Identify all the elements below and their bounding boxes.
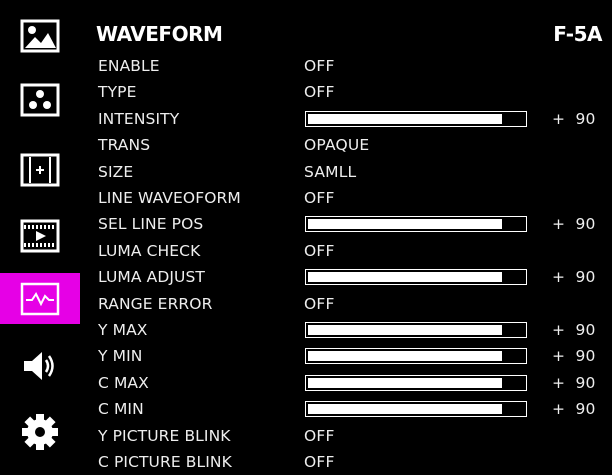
film-play-icon bbox=[20, 219, 60, 252]
level-slider[interactable] bbox=[305, 322, 527, 338]
sidebar bbox=[0, 0, 80, 475]
menu-label: ENABLE bbox=[98, 57, 160, 75]
menu-row-trans[interactable]: TRANS OPAQUE bbox=[80, 133, 612, 157]
level-value: + 90 bbox=[552, 373, 596, 392]
menu-row-intensity[interactable]: INTENSITY + 90 bbox=[80, 107, 612, 131]
menu-value[interactable]: OFF bbox=[304, 80, 335, 104]
menu-label: RANGE ERROR bbox=[98, 294, 213, 313]
sidebar-item-color[interactable] bbox=[0, 74, 80, 125]
menu-label: C MIN bbox=[98, 400, 144, 419]
level-slider-fill bbox=[308, 219, 503, 230]
level-slider[interactable] bbox=[305, 401, 527, 418]
menu-row-line-waveoform[interactable]: LINE WAVEOFORM OFF bbox=[80, 186, 612, 210]
level-slider[interactable] bbox=[305, 216, 527, 233]
level-slider-fill bbox=[308, 377, 503, 388]
menu-label: SIZE bbox=[98, 162, 134, 181]
level-slider[interactable] bbox=[305, 110, 527, 127]
level-value: + 90 bbox=[552, 215, 596, 234]
page-title: WAVEFORM bbox=[96, 22, 223, 46]
sidebar-item-marker[interactable] bbox=[0, 144, 80, 195]
menu-value[interactable]: OFF bbox=[304, 239, 335, 263]
level-slider-fill bbox=[308, 113, 503, 124]
menu-row-range-error[interactable]: RANGE ERROR OFF bbox=[80, 292, 612, 316]
level-slider-fill bbox=[308, 272, 503, 283]
menu-label: Y MIN bbox=[98, 347, 143, 366]
menu-value[interactable]: OFF bbox=[304, 292, 335, 316]
level-slider[interactable] bbox=[305, 348, 527, 365]
sidebar-item-video[interactable] bbox=[0, 210, 80, 261]
menu-row-y-min[interactable]: Y MIN + 90 bbox=[80, 344, 612, 368]
menu-row-c-picture-blink[interactable]: C PICTURE BLINK OFF bbox=[80, 450, 612, 474]
menu-row-type[interactable]: TYPE OFF bbox=[80, 80, 612, 104]
waveform-icon bbox=[20, 282, 60, 315]
level-slider-fill bbox=[308, 351, 503, 362]
image-icon bbox=[20, 19, 60, 52]
menu-row-sel-line-pos[interactable]: SEL LINE POS + 90 bbox=[80, 212, 612, 236]
menu-value[interactable]: OFF bbox=[304, 54, 335, 78]
menu-value[interactable]: OFF bbox=[304, 424, 335, 448]
menu-label: Y PICTURE BLINK bbox=[98, 426, 231, 445]
menu-row-size[interactable]: SIZE SAMLL bbox=[80, 160, 612, 184]
menu-label: Y MAX bbox=[98, 321, 148, 339]
waveform-menu-panel: WAVEFORM F-5A ENABLE OFF TYPE OFF INTENSITY +… bbox=[80, 0, 612, 475]
level-value: + 90 bbox=[552, 268, 596, 287]
menu-value[interactable]: SAMLL bbox=[304, 160, 356, 184]
menu-value[interactable]: OPAQUE bbox=[304, 133, 369, 157]
menu-row-enable[interactable]: ENABLE OFF bbox=[80, 54, 612, 78]
menu-label: TYPE bbox=[98, 83, 137, 102]
speaker-icon bbox=[24, 351, 54, 380]
level-value: + 90 bbox=[552, 109, 596, 128]
color-dots-icon bbox=[20, 83, 60, 116]
level-value: + 90 bbox=[552, 347, 596, 366]
menu-label: LUMA ADJUST bbox=[98, 268, 205, 287]
menu-label: INTENSITY bbox=[98, 109, 180, 128]
level-slider-fill bbox=[308, 325, 503, 335]
menu-label: C MAX bbox=[98, 373, 149, 392]
menu-label: TRANS bbox=[98, 136, 151, 155]
menu-row-c-min[interactable]: C MIN + 90 bbox=[80, 397, 612, 421]
menu-value[interactable]: OFF bbox=[304, 450, 335, 474]
menu-row-c-max[interactable]: C MAX + 90 bbox=[80, 371, 612, 395]
level-value: + 90 bbox=[552, 321, 596, 339]
marker-icon bbox=[20, 153, 60, 186]
sidebar-item-system[interactable] bbox=[0, 406, 80, 457]
menu-row-y-max[interactable]: Y MAX + 90 bbox=[80, 318, 612, 342]
level-slider[interactable] bbox=[305, 374, 527, 391]
menu-row-luma-check[interactable]: LUMA CHECK OFF bbox=[80, 239, 612, 263]
sidebar-item-waveform[interactable] bbox=[0, 273, 80, 324]
gear-icon bbox=[22, 413, 58, 450]
level-slider[interactable] bbox=[305, 269, 527, 286]
menu-row-y-picture-blink[interactable]: Y PICTURE BLINK OFF bbox=[80, 424, 612, 448]
sidebar-item-audio[interactable] bbox=[0, 340, 80, 391]
menu-label: LINE WAVEOFORM bbox=[98, 189, 241, 207]
menu-row-luma-adjust[interactable]: LUMA ADJUST + 90 bbox=[80, 265, 612, 289]
menu-label: SEL LINE POS bbox=[98, 215, 204, 234]
model-label: F-5A bbox=[553, 22, 602, 46]
menu-value[interactable]: OFF bbox=[304, 186, 335, 210]
menu-label: LUMA CHECK bbox=[98, 241, 201, 260]
menu-label: C PICTURE BLINK bbox=[98, 453, 232, 471]
level-value: + 90 bbox=[552, 400, 596, 419]
sidebar-item-picture[interactable] bbox=[0, 10, 80, 61]
level-slider-fill bbox=[308, 404, 503, 415]
